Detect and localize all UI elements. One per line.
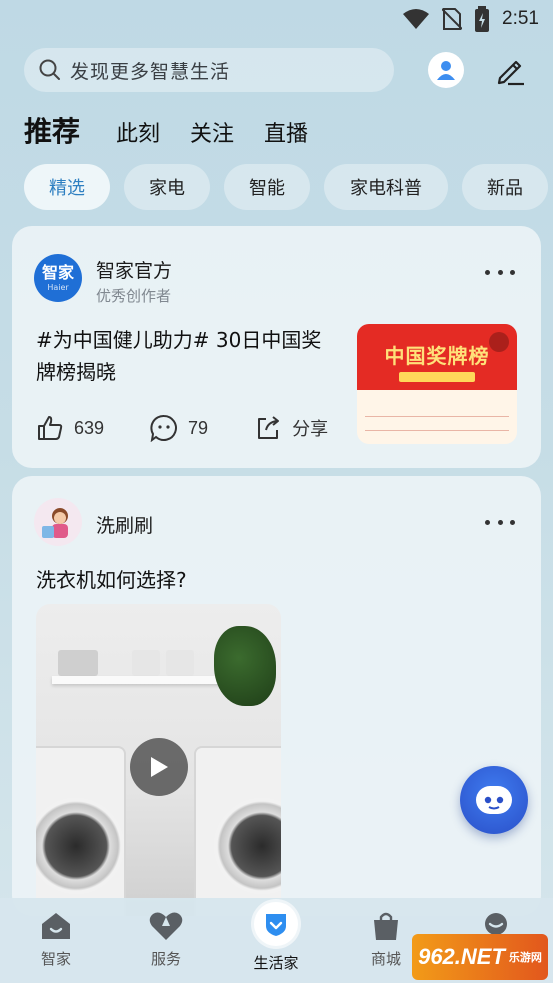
chip-smart[interactable]: 智能 — [224, 164, 310, 210]
chip-appliance-science[interactable]: 家电科普 — [324, 164, 448, 210]
shelf-item — [166, 650, 194, 676]
thumbnail-title: 中国奖牌榜 — [384, 344, 490, 368]
shelf-item — [132, 650, 160, 676]
no-sim-icon — [442, 8, 463, 30]
washing-machine — [36, 746, 126, 916]
nav-home[interactable]: 智家 — [16, 910, 96, 969]
share-icon — [258, 416, 280, 439]
chip-featured[interactable]: 精选 — [24, 164, 110, 210]
search-bar[interactable]: 发现更多智慧生活 — [24, 48, 394, 92]
thumbnail-ribbon — [399, 372, 475, 382]
like-button[interactable]: 639 — [36, 414, 104, 442]
post-card[interactable]: 洗刷刷 洗衣机如何选择? — [12, 476, 541, 916]
plant — [214, 626, 276, 706]
more-options-button[interactable] — [485, 516, 515, 528]
comment-icon — [150, 414, 177, 442]
status-time: 2:51 — [502, 8, 539, 29]
status-bar: 2:51 — [0, 0, 553, 38]
watermark-logo: 962.NET 乐游网 — [412, 934, 548, 980]
shield-check-icon — [254, 902, 298, 946]
chip-appliance[interactable]: 家电 — [124, 164, 210, 210]
play-icon — [151, 757, 168, 777]
author-badge: 优秀创作者 — [96, 287, 172, 305]
user-avatar-button[interactable] — [428, 52, 464, 88]
comment-count: 79 — [188, 417, 209, 438]
compose-button[interactable] — [492, 52, 528, 88]
tab-live[interactable]: 直播 — [264, 116, 308, 148]
chip-new[interactable]: 新品 — [462, 164, 548, 210]
battery-icon — [475, 6, 490, 32]
play-button[interactable] — [130, 738, 188, 796]
author-name[interactable]: 洗刷刷 — [96, 511, 153, 538]
nav-life[interactable]: 生活家 — [236, 902, 316, 973]
nav-label: 生活家 — [253, 954, 299, 972]
tab-moment[interactable]: 此刻 — [116, 116, 160, 148]
shelf — [52, 676, 222, 684]
user-icon — [437, 61, 455, 80]
video-thumbnail[interactable] — [36, 604, 281, 916]
author-avatar[interactable] — [34, 498, 82, 546]
heart-icon — [149, 912, 183, 940]
category-chips: 精选 家电 智能 家电科普 新品 — [24, 164, 548, 210]
avatar-text: 智家 — [41, 262, 74, 282]
post-title[interactable]: 洗衣机如何选择? — [36, 564, 336, 596]
author-name[interactable]: 智家官方 — [96, 256, 172, 283]
watermark-subtext: 乐游网 — [508, 952, 542, 964]
author-avatar[interactable]: 智家 Haier — [34, 254, 82, 302]
thumbs-up-icon — [38, 416, 63, 440]
post-card[interactable]: 智家 Haier 智家官方 优秀创作者 #为中国健儿助力# 30日中国奖牌榜揭晓… — [12, 226, 541, 468]
nav-label: 服务 — [150, 950, 181, 968]
post-title[interactable]: #为中国健儿助力# 30日中国奖牌榜揭晓 — [36, 324, 336, 388]
shelf-item — [58, 650, 98, 676]
avatar-subtext: Haier — [47, 282, 69, 292]
cartoon-avatar-icon — [42, 508, 68, 538]
comment-button[interactable]: 79 — [150, 414, 208, 442]
thumbnail-table — [365, 406, 509, 444]
nav-label: 智家 — [40, 950, 71, 968]
status-icons: 2:51 — [402, 6, 539, 32]
feed-tabs: 推荐 此刻 关注 直播 — [24, 110, 338, 150]
search-icon — [39, 59, 60, 80]
share-button[interactable]: 分享 — [254, 414, 328, 442]
nav-label: 商城 — [370, 950, 401, 968]
search-placeholder: 发现更多智慧生活 — [70, 60, 231, 83]
washing-machine — [194, 746, 281, 916]
pen-icon — [497, 60, 524, 86]
home-icon — [42, 913, 70, 939]
bag-icon — [374, 912, 398, 940]
tab-follow[interactable]: 关注 — [190, 116, 234, 148]
robot-icon — [476, 786, 512, 814]
tab-recommend[interactable]: 推荐 — [24, 110, 80, 150]
share-label: 分享 — [292, 419, 329, 439]
post-thumbnail[interactable]: 中国奖牌榜 — [357, 324, 517, 444]
post-actions: 639 79 分享 — [36, 414, 374, 442]
watermark-text: 962.NET — [418, 944, 505, 969]
wifi-icon — [403, 9, 430, 29]
like-count: 639 — [74, 417, 105, 438]
nav-service[interactable]: 服务 — [126, 910, 206, 969]
more-options-button[interactable] — [485, 266, 515, 278]
assistant-bot-button[interactable] — [460, 766, 528, 834]
